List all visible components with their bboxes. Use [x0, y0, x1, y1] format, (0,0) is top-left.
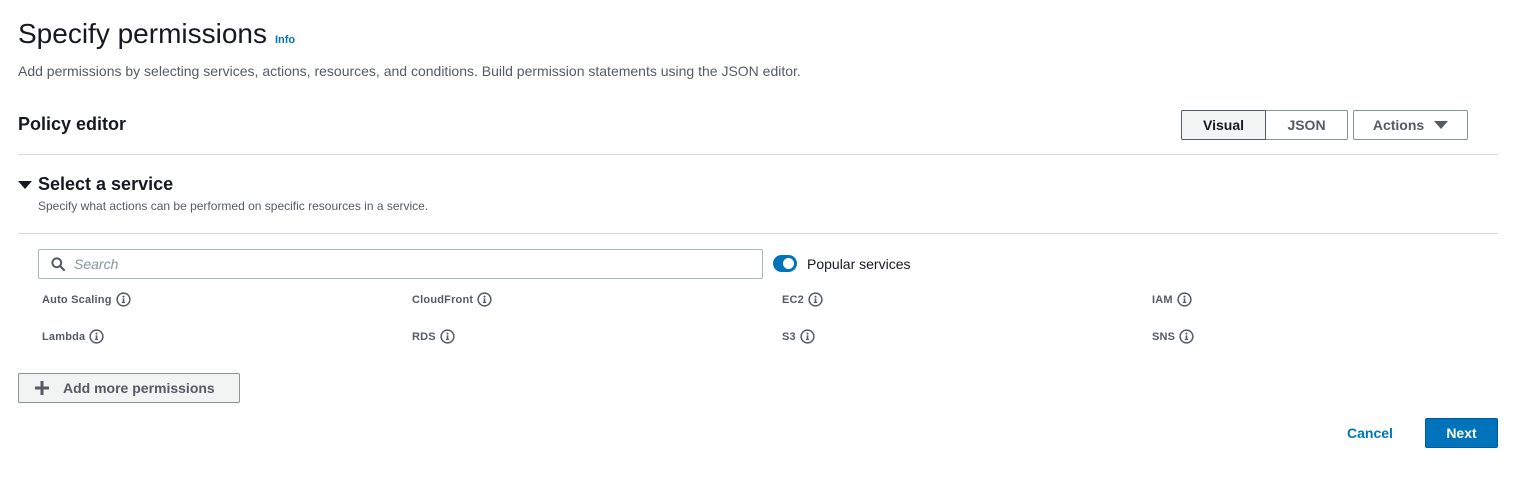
service-search — [38, 249, 763, 279]
service-name: Lambda — [42, 330, 86, 343]
service-item-lambda[interactable]: Lambda — [42, 329, 105, 344]
info-icon[interactable] — [89, 329, 105, 344]
service-item-iam[interactable]: IAM — [1152, 292, 1192, 307]
plus-icon — [35, 381, 49, 395]
popular-services-label: Popular services — [807, 256, 911, 272]
page-description: Add permissions by selecting services, a… — [18, 63, 801, 79]
search-icon — [51, 257, 65, 271]
info-icon[interactable] — [115, 292, 131, 307]
section-title: Select a service — [38, 174, 174, 194]
actions-label: Actions — [1372, 117, 1425, 133]
actions-dropdown-button[interactable]: Actions — [1353, 110, 1468, 140]
divider — [18, 154, 1498, 155]
divider — [18, 233, 1498, 234]
service-item-rds[interactable]: RDS — [412, 329, 455, 344]
editor-mode-toggle: Visual JSON — [1181, 110, 1348, 140]
service-name: EC2 — [782, 293, 804, 306]
info-icon[interactable] — [808, 292, 823, 307]
expand-triangle-icon — [18, 180, 32, 189]
service-name: SNS — [1152, 330, 1176, 343]
service-item-ec2[interactable]: EC2 — [782, 292, 823, 307]
section-description: Specify what actions can be performed on… — [38, 199, 429, 213]
service-name: CloudFront — [412, 293, 474, 306]
info-icon[interactable] — [1179, 329, 1194, 344]
info-icon[interactable] — [477, 292, 492, 307]
add-more-permissions-label: Add more permissions — [63, 380, 215, 396]
service-name: RDS — [412, 330, 436, 343]
service-item-s3[interactable]: S3 — [782, 329, 815, 344]
visual-button[interactable]: Visual — [1181, 110, 1266, 140]
info-icon[interactable] — [800, 329, 815, 344]
info-link[interactable]: Info — [275, 34, 295, 46]
search-input[interactable] — [74, 256, 714, 272]
info-icon[interactable] — [1177, 292, 1192, 307]
json-button[interactable]: JSON — [1266, 110, 1348, 140]
toggle-knob — [783, 258, 794, 269]
cancel-button[interactable]: Cancel — [1337, 418, 1403, 448]
service-name: IAM — [1152, 293, 1173, 306]
section-expander[interactable]: Select a service — [18, 174, 173, 195]
info-icon[interactable] — [440, 329, 455, 344]
add-more-permissions-button[interactable]: Add more permissions — [18, 373, 240, 403]
service-name: Auto Scaling — [42, 293, 112, 306]
popular-services-toggle[interactable] — [773, 255, 797, 272]
service-name: S3 — [782, 330, 796, 343]
service-item-cloudfront[interactable]: CloudFront — [412, 292, 492, 307]
policy-editor-title: Policy editor — [18, 114, 127, 134]
service-item-auto-scaling[interactable]: Auto Scaling — [42, 292, 131, 307]
next-button[interactable]: Next — [1425, 418, 1498, 448]
page-title: Specify permissions — [18, 18, 267, 49]
page-header: Specify permissions Info — [18, 18, 295, 50]
service-item-sns[interactable]: SNS — [1152, 329, 1194, 344]
caret-down-icon — [1434, 121, 1449, 129]
